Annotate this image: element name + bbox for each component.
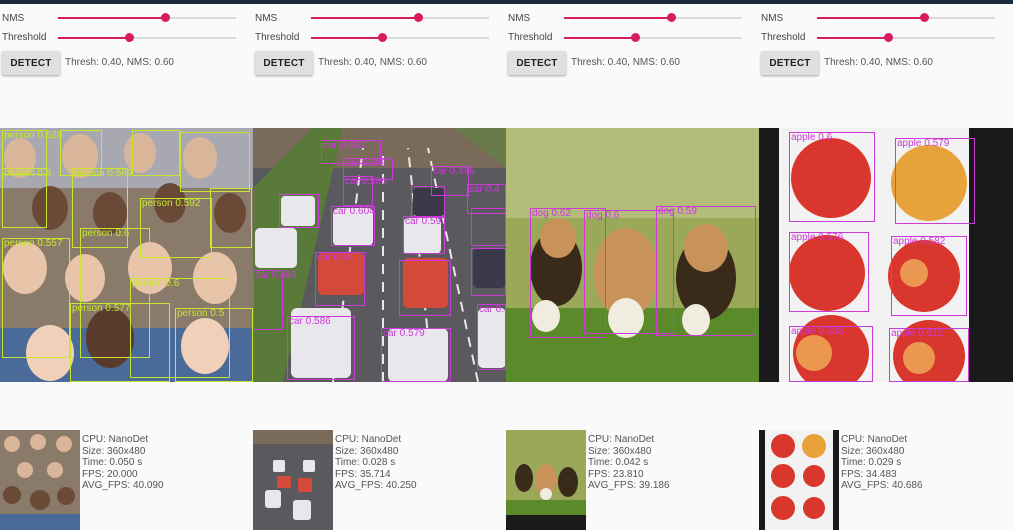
nms-slider-thumb[interactable]	[667, 13, 676, 22]
detection-box: car 0.586	[287, 316, 355, 380]
detector-panel-1: NMS Threshold DETECT Thresh: 0.40, NMS: …	[0, 4, 253, 530]
threshold-slider-thumb[interactable]	[125, 33, 134, 42]
detection-box: car 0.54	[315, 252, 365, 306]
detection-box: apple 0.612	[889, 328, 969, 382]
detection-box: apple 0.576	[789, 232, 869, 312]
threshold-slider-thumb[interactable]	[378, 33, 387, 42]
performance-info: CPU: NanoDet Size: 360x480 Time: 0.028 s…	[335, 434, 417, 492]
performance-info: CPU: NanoDet Size: 360x480 Time: 0.050 s…	[82, 434, 164, 492]
detection-box: car 0.483	[253, 270, 297, 330]
detection-box	[180, 132, 250, 192]
detection-box	[279, 194, 319, 228]
performance-info: CPU: NanoDet Size: 360x480 Time: 0.029 s…	[841, 434, 923, 492]
thumbnail-image	[0, 430, 80, 530]
nms-label: NMS	[255, 13, 278, 24]
detection-box: person 0.6	[2, 168, 51, 228]
detection-box: dog 0.59	[656, 206, 756, 336]
detect-button[interactable]: DETECT	[2, 51, 60, 75]
nms-slider[interactable]	[817, 13, 995, 22]
thumbnail-image	[253, 430, 333, 530]
performance-info: CPU: NanoDet Size: 360x480 Time: 0.042 s…	[588, 434, 670, 492]
detection-box: person 0.577	[70, 303, 170, 382]
traffic-thumbnail	[253, 430, 333, 530]
detect-button[interactable]: DETECT	[255, 51, 313, 75]
detection-box: apple 0.579	[895, 138, 975, 224]
threshold-status: Thresh: 0.40, NMS: 0.60	[824, 57, 933, 68]
detection-box: car 0.4	[477, 304, 506, 370]
threshold-status: Thresh: 0.40, NMS: 0.60	[318, 57, 427, 68]
nms-label: NMS	[761, 13, 784, 24]
threshold-slider[interactable]	[817, 33, 995, 42]
nms-slider-thumb[interactable]	[161, 13, 170, 22]
threshold-slider[interactable]	[311, 33, 489, 42]
nms-label: NMS	[2, 13, 25, 24]
nms-slider-thumb[interactable]	[414, 13, 423, 22]
detection-image-crowd: person 0.628 person 0.6 person 0.589 per…	[0, 128, 253, 382]
apples-thumbnail	[759, 430, 839, 530]
threshold-slider[interactable]	[564, 33, 742, 42]
detect-button[interactable]: DETECT	[761, 51, 819, 75]
thumbnail-image	[759, 430, 839, 530]
detection-box: person 0.5	[175, 308, 253, 382]
threshold-label: Threshold	[255, 32, 300, 43]
detector-panel-2: NMS Threshold DETECT Thresh: 0.40, NMS: …	[253, 4, 506, 530]
threshold-label: Threshold	[508, 32, 553, 43]
detection-box	[471, 248, 506, 296]
threshold-label: Threshold	[761, 32, 806, 43]
detection-box: apple 0.583	[789, 326, 873, 382]
detector-panel-3: NMS Threshold DETECT Thresh: 0.40, NMS: …	[506, 4, 759, 530]
detection-box	[471, 208, 506, 246]
detection-box	[399, 260, 451, 316]
detection-box: apple 0.582	[891, 236, 967, 316]
detection-image-traffic: car 0.481 car 0.609 car 0.586 car 0.446 …	[253, 128, 506, 382]
thumbnail-image	[506, 430, 586, 530]
nms-slider[interactable]	[58, 13, 236, 22]
detection-box	[132, 130, 180, 176]
nms-slider-thumb[interactable]	[920, 13, 929, 22]
threshold-label: Threshold	[2, 32, 47, 43]
detection-box: car 0.586	[343, 176, 387, 206]
detection-box: car 0.579	[381, 328, 451, 382]
detection-box: person 0.557	[2, 238, 70, 358]
detection-box: apple 0.6	[789, 132, 875, 222]
detector-panel-4: NMS Threshold DETECT Thresh: 0.40, NMS: …	[759, 4, 1013, 530]
detection-box	[411, 186, 445, 218]
detection-box	[210, 188, 252, 248]
threshold-slider-thumb[interactable]	[884, 33, 893, 42]
detection-box: person 0.592	[140, 198, 212, 258]
threshold-slider-thumb[interactable]	[631, 33, 640, 42]
crowd-thumbnail	[0, 430, 80, 530]
nms-slider[interactable]	[564, 13, 742, 22]
threshold-status: Thresh: 0.40, NMS: 0.60	[65, 57, 174, 68]
threshold-status: Thresh: 0.40, NMS: 0.60	[571, 57, 680, 68]
nms-slider[interactable]	[311, 13, 489, 22]
nms-label: NMS	[508, 13, 531, 24]
puppies-thumbnail	[506, 430, 586, 530]
detection-image-apples: apple 0.6 apple 0.579 apple 0.576 apple …	[759, 128, 1013, 382]
detect-button[interactable]: DETECT	[508, 51, 566, 75]
threshold-slider[interactable]	[58, 33, 236, 42]
detection-box: car 0.604	[331, 206, 375, 246]
detection-box: car 0.59	[403, 216, 445, 254]
detection-image-puppies: dog 0.62 dog 0.6 dog 0.59	[506, 128, 759, 382]
